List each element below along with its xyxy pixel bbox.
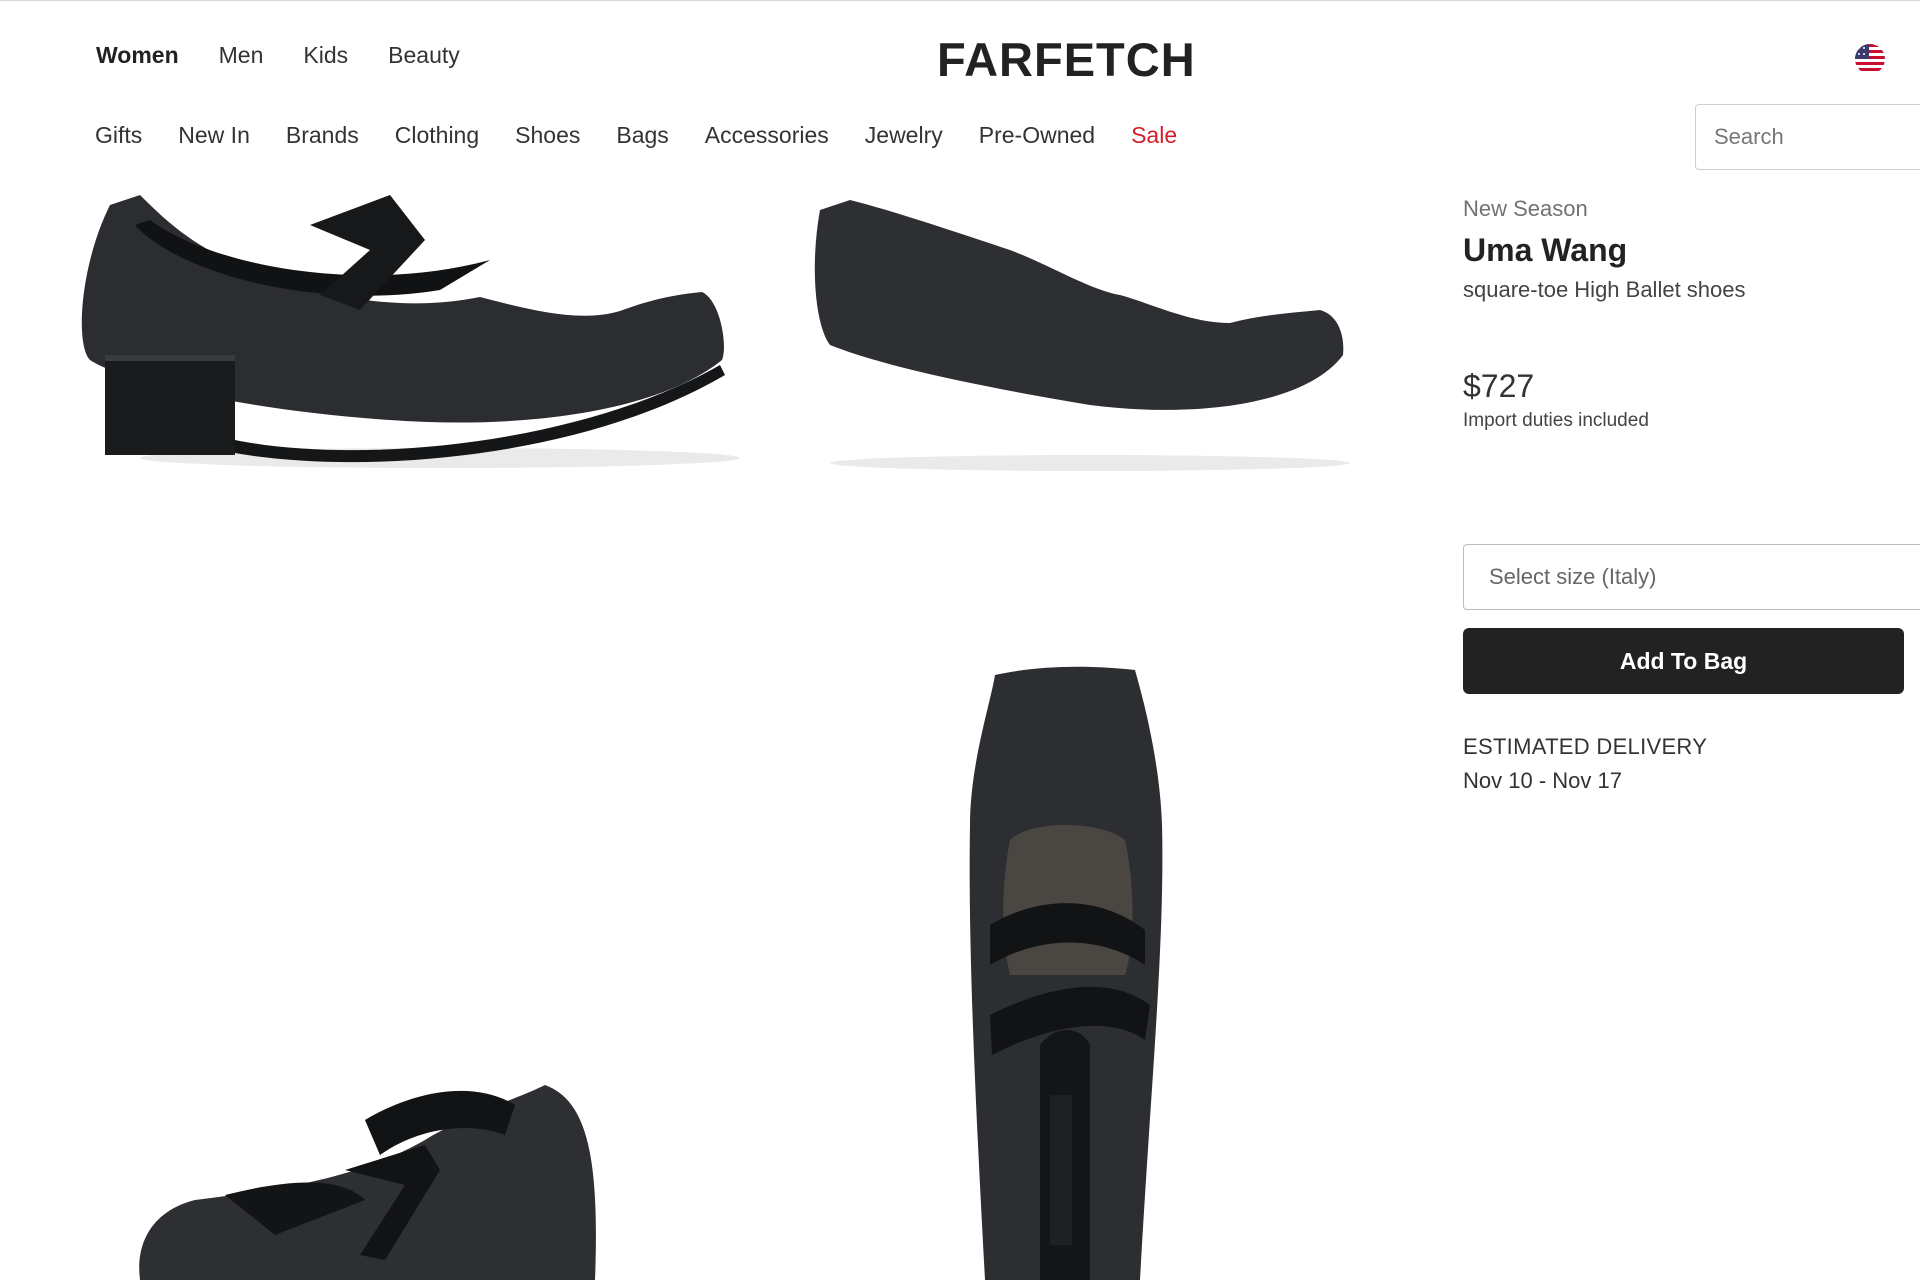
delivery-label: ESTIMATED DELIVERY	[1463, 734, 1708, 759]
category-nav: Gifts New In Brands Clothing Shoes Bags …	[95, 122, 1177, 149]
us-flag-icon[interactable]	[1855, 44, 1885, 74]
dept-beauty[interactable]: Beauty	[388, 42, 460, 69]
brand-name[interactable]: Uma Wang	[1463, 232, 1746, 269]
farfetch-logo[interactable]: FARFETCH	[937, 32, 1196, 87]
product-image-side-left[interactable]	[60, 195, 750, 525]
delivery-dates: Nov 10 - Nov 17	[1463, 768, 1622, 793]
cat-accessories[interactable]: Accessories	[705, 122, 829, 149]
product-price: $727	[1463, 368, 1535, 404]
cat-pre-owned[interactable]: Pre-Owned	[979, 122, 1095, 149]
product-image-front[interactable]	[95, 1060, 745, 1280]
size-select[interactable]: Select size (Italy)	[1463, 544, 1920, 610]
cat-shoes[interactable]: Shoes	[515, 122, 580, 149]
cat-clothing[interactable]: Clothing	[395, 122, 479, 149]
duties-note: Import duties included	[1463, 410, 1649, 431]
cat-brands[interactable]: Brands	[286, 122, 359, 149]
dept-women[interactable]: Women	[96, 42, 179, 69]
product-info: New Season Uma Wang square-toe High Ball…	[1463, 196, 1746, 303]
add-to-bag-button[interactable]: Add To Bag	[1463, 628, 1904, 694]
search-input[interactable]	[1714, 124, 1916, 150]
dept-kids[interactable]: Kids	[303, 42, 348, 69]
season-label: New Season	[1463, 196, 1588, 221]
cat-bags[interactable]: Bags	[616, 122, 668, 149]
search-box[interactable]	[1695, 104, 1920, 170]
cat-new-in[interactable]: New In	[178, 122, 250, 149]
dept-men[interactable]: Men	[219, 42, 264, 69]
cat-gifts[interactable]: Gifts	[95, 122, 142, 149]
cat-sale[interactable]: Sale	[1131, 122, 1177, 149]
product-image-top[interactable]	[930, 645, 1230, 1280]
product-image-side-right[interactable]	[790, 195, 1380, 525]
cat-jewelry[interactable]: Jewelry	[865, 122, 943, 149]
top-border	[0, 0, 1920, 1]
product-name: square-toe High Ballet shoes	[1463, 277, 1746, 302]
department-nav: Women Men Kids Beauty	[96, 42, 460, 69]
